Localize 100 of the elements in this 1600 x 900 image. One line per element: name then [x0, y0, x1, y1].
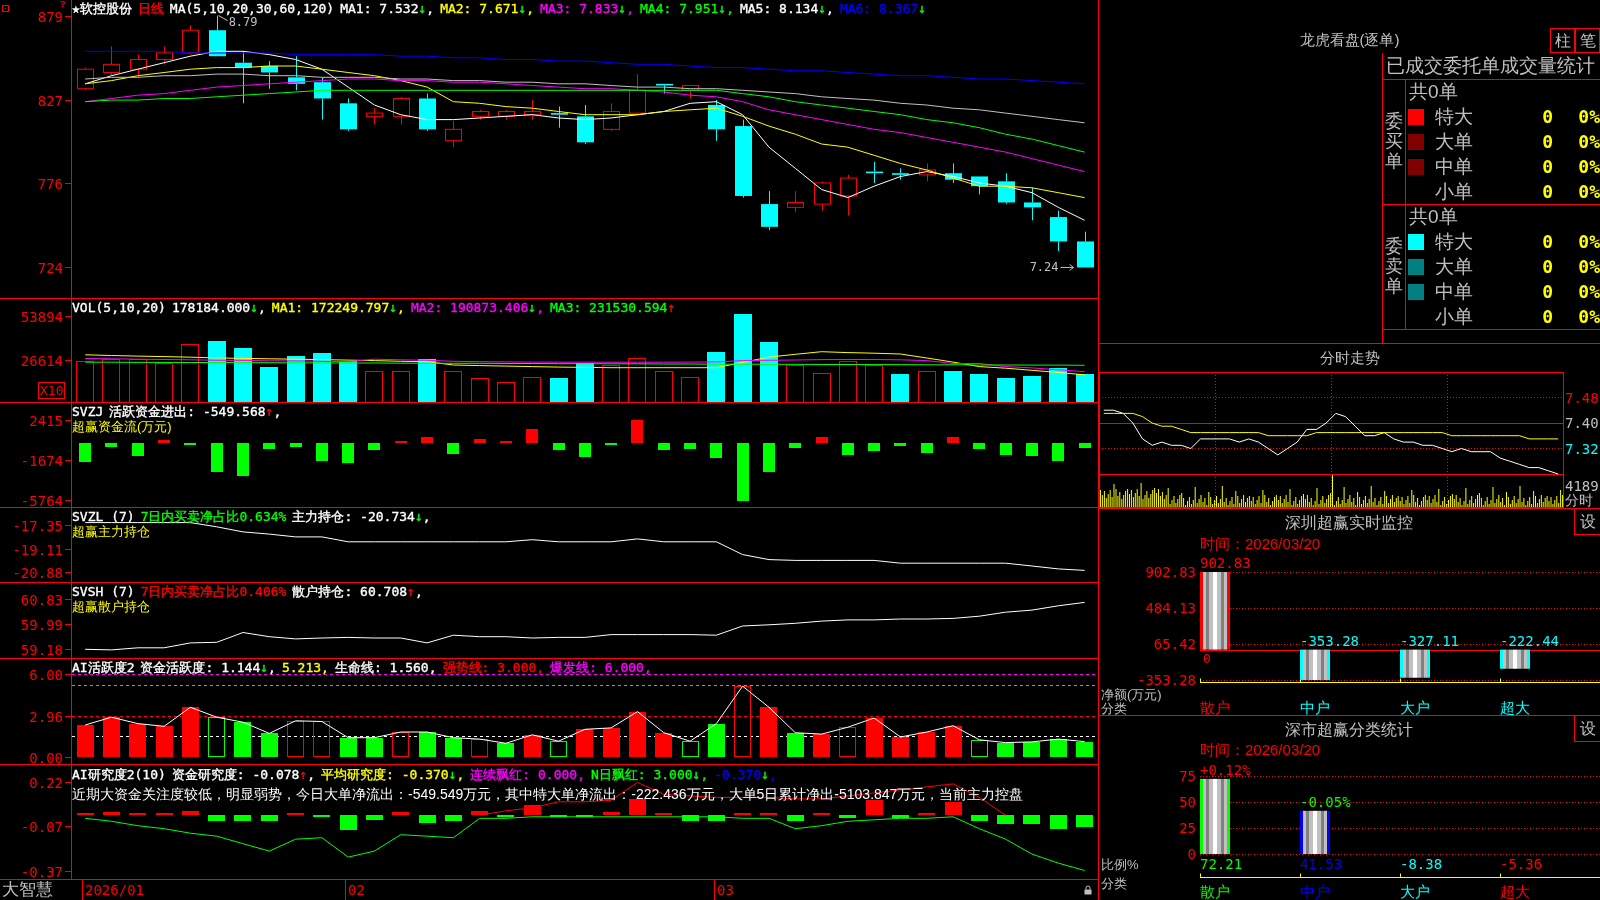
square-icon: [2, 5, 9, 12]
candle: [182, 24, 199, 56]
order-count: 0: [1541, 181, 1553, 202]
research-bar: [366, 815, 383, 820]
legend-item: MA4: 7.951↓,: [640, 1, 734, 16]
legend-item: MA6: 8.367↓: [839, 1, 926, 16]
candle: [1077, 231, 1094, 268]
candle: [419, 93, 436, 132]
axis-label: 724: [37, 259, 63, 276]
flow-bar: [737, 443, 749, 501]
flow-bar: [631, 420, 643, 443]
axis-label: 53894: [20, 308, 63, 325]
legend-item: 散户持仓: 60.708↑,: [292, 584, 423, 599]
flow-bar: [132, 443, 144, 456]
legend-item: MA(5,10,20,30,60,120): [169, 1, 335, 16]
legend-item: SVSH (7): [72, 584, 135, 599]
view-toggle-button[interactable]: 笔: [1575, 28, 1600, 53]
flow-bar: [263, 443, 275, 449]
legend-item: 主力持仓: -20.734↓,: [292, 509, 431, 524]
flow-bar: [290, 443, 302, 447]
axis-label: -5764: [20, 492, 63, 508]
research-bar: [1076, 815, 1093, 827]
flow-bar: [842, 443, 854, 455]
axis-label: 879: [37, 8, 63, 25]
legend-item: VOL(5,10,20): [72, 300, 166, 315]
date-label: 2026/01: [82, 880, 144, 900]
flow-bar: [1079, 443, 1091, 448]
flow-bar: [710, 443, 722, 458]
axis-label: 0.22: [29, 774, 63, 791]
candle: [787, 190, 804, 213]
research-bar: [945, 802, 962, 815]
axis-title: 比例%: [1101, 856, 1139, 872]
flow-bar: [553, 443, 565, 450]
order-count: 0: [1541, 257, 1553, 277]
category-label: 大户: [1400, 698, 1430, 715]
order-percent: 0%: [1577, 156, 1600, 177]
legend-item: MA1: 172249.797↓,: [271, 300, 405, 315]
flow-bar: [921, 443, 933, 453]
candle: [866, 161, 883, 184]
order-count: 0: [1541, 306, 1553, 327]
chart-title: 深圳超赢实时监控: [1285, 513, 1413, 531]
row-label: 中单: [1435, 156, 1474, 177]
chart-subtitle: 时间：2026/03/20: [1200, 534, 1321, 552]
category-label: 超大: [1500, 698, 1530, 715]
settings-button[interactable]: 设: [1574, 509, 1600, 535]
category-label: 中户: [1300, 698, 1330, 715]
research-bar: [445, 815, 462, 821]
legend-item: MA2: 190873.406↓,: [410, 300, 544, 315]
candle: [366, 107, 383, 125]
research-bar: [103, 812, 120, 815]
candle: [603, 102, 620, 132]
category-label: 散户: [1200, 698, 1230, 715]
candle: [103, 45, 120, 77]
research-bar: [234, 815, 251, 821]
settings-button[interactable]: 设: [1574, 716, 1600, 742]
axis-label: 902.83: [1145, 564, 1196, 580]
axis-label: -1674: [20, 452, 63, 469]
research-bar: [471, 811, 488, 815]
flow-bar: [79, 443, 91, 462]
axis-label: -19.11: [12, 541, 63, 558]
legend-item: 生命线: 1.560,: [334, 660, 437, 675]
row-label: 特大: [1435, 107, 1474, 128]
research-bar: [340, 815, 357, 830]
axis-title: 分类: [1101, 700, 1127, 715]
candle: [209, 15, 226, 57]
value-label: 41.53: [1300, 856, 1343, 872]
annotation: 8.79: [228, 14, 258, 29]
legend-item: AI活跃度2: [72, 660, 135, 675]
axis-label: 2.96: [29, 708, 63, 725]
candle: [629, 73, 646, 116]
axis-label: 25: [1179, 820, 1196, 836]
axis-label: 484.13: [1145, 600, 1196, 616]
view-toggle-button[interactable]: 柱: [1550, 28, 1575, 53]
legend-item: 日线: [137, 1, 164, 16]
research-bar: [182, 811, 199, 815]
order-count: 0: [1541, 132, 1553, 152]
axis-label: 65.42: [1153, 636, 1196, 652]
candle: [340, 97, 357, 132]
price-annotation: 8.79: [218, 14, 258, 29]
striped-bar: [1400, 649, 1430, 678]
legend-caption: 超赢资金流(万元): [72, 419, 172, 434]
brand-label: 大智慧: [1, 881, 53, 899]
candle: [445, 120, 462, 148]
change-label: +0.12%: [1200, 761, 1251, 778]
research-bar: [603, 812, 620, 815]
candle: [524, 99, 541, 121]
candle: [498, 109, 515, 121]
scale-badge: X10: [38, 382, 66, 399]
candle: [682, 84, 699, 99]
axis-label: 2415: [29, 412, 63, 429]
value-label: -327.11: [1400, 632, 1459, 649]
striped-bar: [1300, 810, 1330, 854]
axis-label: 776: [37, 175, 63, 192]
flow-bar: [1026, 443, 1038, 456]
value-label: -8.38: [1400, 856, 1443, 872]
candle: [261, 60, 278, 90]
research-bar: [392, 812, 409, 815]
value-label: -353.28: [1300, 632, 1359, 649]
order-count: 0: [1541, 156, 1553, 177]
candle: [156, 45, 173, 65]
